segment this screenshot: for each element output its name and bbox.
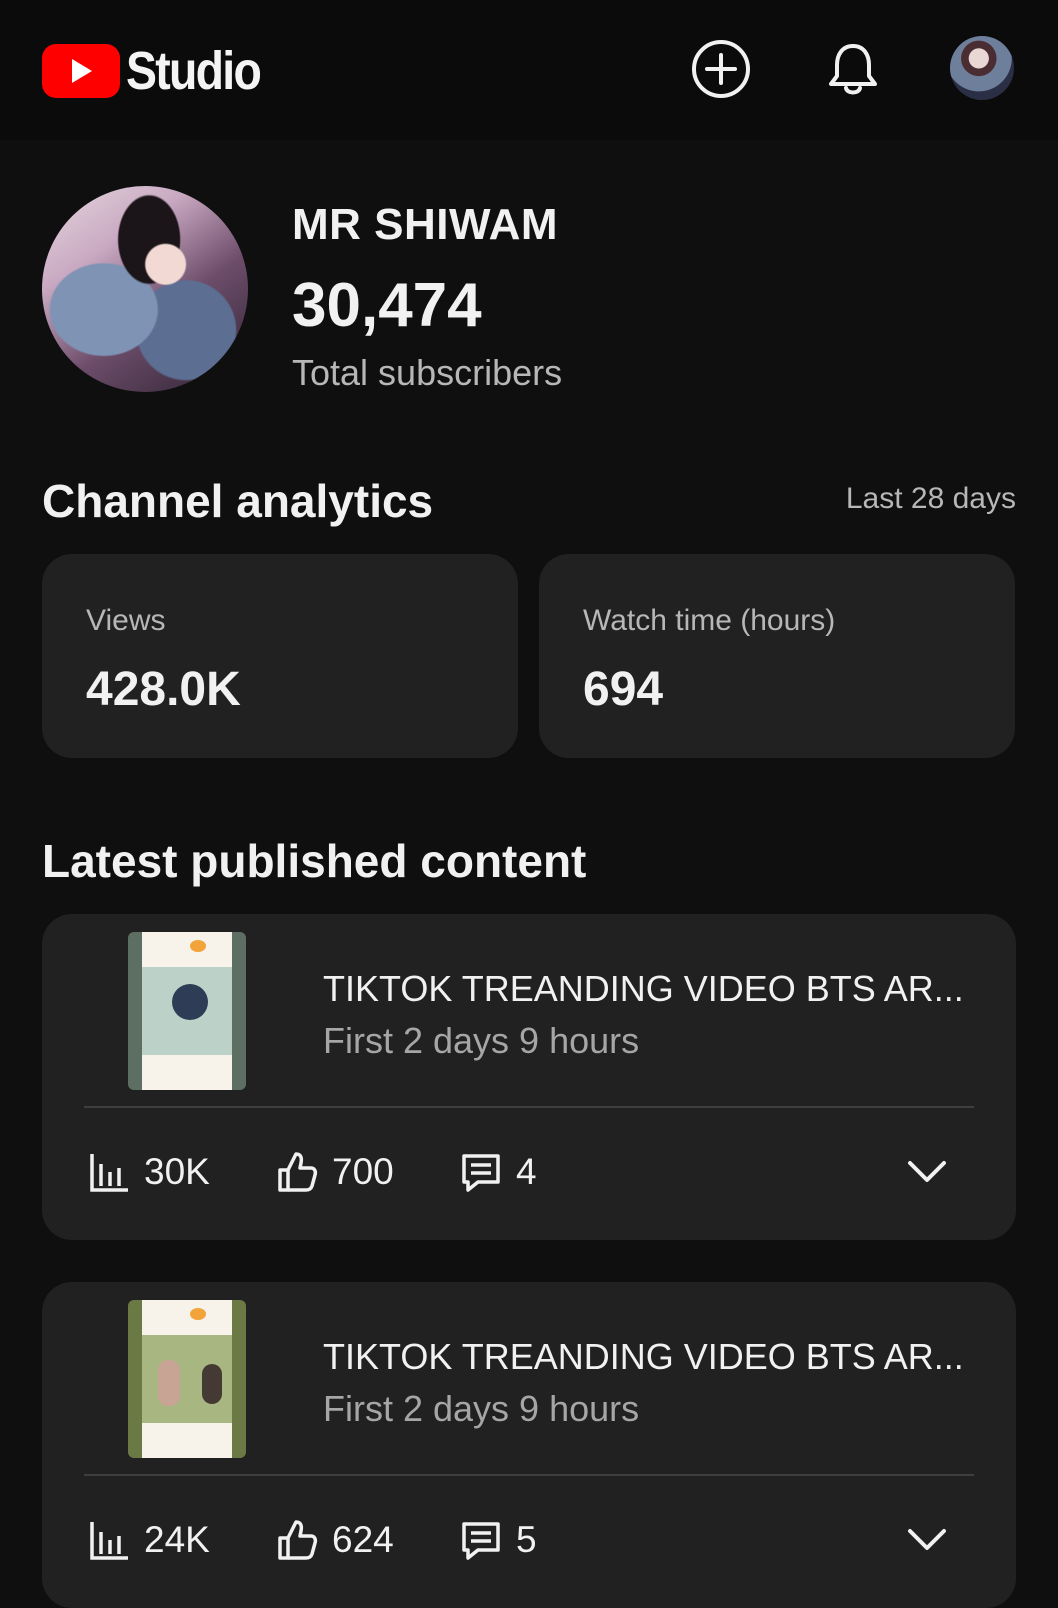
views-metric: 30K	[88, 1150, 210, 1194]
chevron-down-icon[interactable]	[904, 1148, 950, 1194]
comments-count: 5	[516, 1519, 537, 1560]
video-title: TIKTOK TREANDING VIDEO BTS AR...	[323, 1336, 964, 1377]
stat-value: 694	[583, 663, 664, 716]
likes-count: 624	[332, 1519, 394, 1560]
views-metric: 24K	[88, 1518, 210, 1562]
subscriber-count: 30,474	[292, 271, 482, 340]
comment-icon	[462, 1154, 500, 1192]
thumbs-up-icon	[278, 1152, 318, 1192]
account-avatar[interactable]	[950, 36, 1014, 100]
comments-metric: 5	[460, 1518, 537, 1562]
likes-count: 700	[332, 1151, 394, 1192]
stat-label: Watch time (hours)	[583, 604, 836, 637]
create-icon[interactable]	[690, 38, 752, 100]
stat-value: 428.0K	[86, 663, 241, 716]
likes-metric: 624	[276, 1518, 394, 1562]
channel-avatar	[42, 186, 248, 392]
chevron-down-icon[interactable]	[904, 1516, 950, 1562]
likes-metric: 700	[276, 1150, 394, 1194]
stat-label: Views	[86, 604, 166, 637]
video-meta: First 2 days 9 hours	[323, 1388, 640, 1429]
video-card[interactable]: TIKTOK TREANDING VIDEO BTS AR... First 2…	[42, 1282, 1016, 1608]
divider	[84, 1106, 974, 1108]
video-meta: First 2 days 9 hours	[323, 1020, 640, 1061]
video-metrics: 30K 700 4	[88, 1150, 968, 1194]
watch-time-card[interactable]: Watch time (hours) 694	[539, 554, 1015, 758]
subscriber-label: Total subscribers	[292, 352, 563, 393]
views-card[interactable]: Views 428.0K	[42, 554, 518, 758]
bell-icon[interactable]	[822, 38, 884, 100]
analytics-period: Last 28 days	[845, 482, 1016, 515]
thumbs-up-icon	[278, 1520, 318, 1560]
views-count: 24K	[144, 1519, 210, 1560]
top-app-bar: Studio	[0, 0, 1058, 140]
bar-chart-icon	[90, 1522, 128, 1560]
video-metrics: 24K 624 5	[88, 1518, 968, 1562]
video-thumbnail[interactable]	[128, 1300, 246, 1458]
channel-analytics-title: Channel analytics	[42, 475, 434, 527]
app-name: Studio	[126, 41, 262, 101]
comments-count: 4	[516, 1151, 537, 1192]
youtube-logo-icon	[42, 44, 120, 98]
video-thumbnail[interactable]	[128, 932, 246, 1090]
channel-name: MR SHIWAM	[292, 200, 559, 249]
studio-logo[interactable]: Studio	[42, 40, 282, 102]
video-title: TIKTOK TREANDING VIDEO BTS AR...	[323, 968, 964, 1009]
divider	[84, 1474, 974, 1476]
views-count: 30K	[144, 1151, 210, 1192]
latest-content-title: Latest published content	[42, 835, 587, 887]
comments-metric: 4	[460, 1150, 537, 1194]
comment-icon	[462, 1522, 500, 1560]
video-card[interactable]: TIKTOK TREANDING VIDEO BTS AR... First 2…	[42, 914, 1016, 1240]
bar-chart-icon	[90, 1154, 128, 1192]
